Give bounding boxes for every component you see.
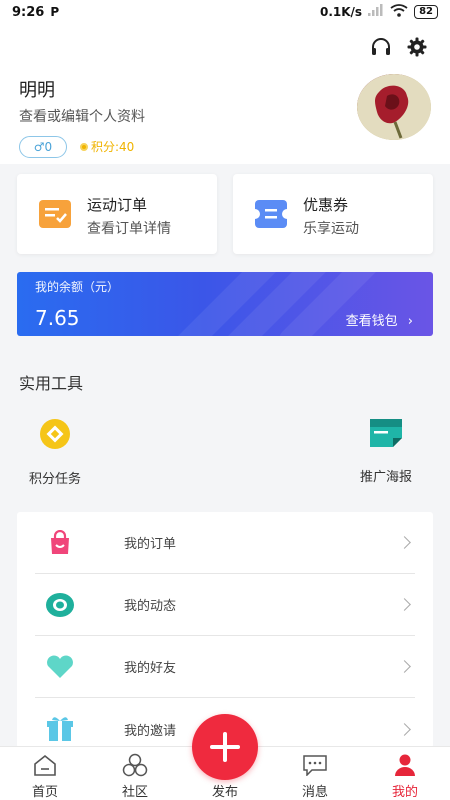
network-speed: 0.1K/s <box>319 5 363 19</box>
tab-messages[interactable]: 消息 <box>270 747 360 800</box>
points-task-tool[interactable]: 积分任务 <box>29 418 81 487</box>
chevron-right-icon: › <box>407 314 413 329</box>
menu-item-friends[interactable]: 我的好友 <box>35 636 415 698</box>
avatar[interactable] <box>357 74 431 140</box>
activity-icon <box>45 590 75 620</box>
poster-icon <box>369 418 403 452</box>
card-title: 运动订单 <box>87 196 148 214</box>
coin-icon <box>80 142 88 151</box>
points-badge: 积分:40 <box>80 138 134 155</box>
chevron-right-icon <box>398 660 411 673</box>
tab-label: 消息 <box>301 785 328 800</box>
tab-label: 发布 <box>211 785 238 800</box>
coupon-icon <box>250 200 292 228</box>
menu-item-label: 我的订单 <box>124 537 177 552</box>
tab-label: 社区 <box>121 785 148 800</box>
points-task-icon <box>39 418 71 454</box>
balance-amount: 7.65 <box>35 306 80 330</box>
balance-label: 我的余额（元） <box>35 280 120 294</box>
home-icon <box>33 753 57 777</box>
balance-banner[interactable]: 我的余额（元） 7.65 查看钱包 › <box>17 272 433 336</box>
tab-label: 首页 <box>31 785 58 800</box>
plus-icon <box>210 732 240 762</box>
promo-poster-tool[interactable]: 推广海报 <box>360 418 412 485</box>
points-label: 积分:40 <box>91 140 135 154</box>
menu-item-activity[interactable]: 我的动态 <box>35 574 415 636</box>
view-wallet-label: 查看钱包 <box>345 314 398 329</box>
signal-icon <box>368 4 384 20</box>
status-bar: 9:26 P 0.1K/s 82 <box>0 0 450 24</box>
edit-profile-link[interactable]: 查看或编辑个人资料 <box>19 106 145 126</box>
app-indicator-icon: P <box>50 5 60 19</box>
tab-home[interactable]: 首页 <box>0 747 90 800</box>
shopping-bag-icon <box>45 528 75 558</box>
message-icon <box>302 753 328 777</box>
publish-fab-button[interactable] <box>192 714 258 780</box>
card-subtitle: 乐享运动 <box>303 221 359 237</box>
chevron-right-icon <box>398 598 411 611</box>
chevron-right-icon <box>398 722 411 736</box>
profile-icon <box>393 753 417 777</box>
chevron-right-icon <box>398 536 411 549</box>
battery-indicator: 82 <box>414 5 438 19</box>
wifi-icon <box>390 3 408 21</box>
tool-label: 推广海报 <box>360 470 413 485</box>
gender-badge: ♂0 <box>19 136 67 158</box>
menu-item-orders[interactable]: 我的订单 <box>35 512 415 574</box>
tab-community[interactable]: 社区 <box>90 747 180 800</box>
menu-list: 我的订单 我的动态 我的好友 我的邀请 <box>17 512 433 748</box>
coupon-card[interactable]: 优惠券 乐享运动 <box>233 174 433 254</box>
headphones-icon[interactable] <box>370 36 392 58</box>
community-icon <box>122 753 148 777</box>
gear-icon[interactable] <box>406 36 428 58</box>
gift-icon <box>45 714 75 744</box>
status-time: 9:26 <box>12 4 45 20</box>
profile-header: 明明 查看或编辑个人资料 ♂0 积分:40 <box>0 24 450 164</box>
tab-profile[interactable]: 我的 <box>360 747 450 800</box>
menu-item-label: 我的动态 <box>124 599 177 614</box>
tool-label: 积分任务 <box>29 472 82 487</box>
tab-label: 我的 <box>391 785 418 800</box>
tools-title: 实用工具 <box>19 374 84 393</box>
card-subtitle: 查看订单详情 <box>87 221 171 237</box>
heart-icon <box>45 652 75 682</box>
menu-item-label: 我的好友 <box>124 661 177 676</box>
card-title: 优惠券 <box>303 196 349 214</box>
menu-item-label: 我的邀请 <box>124 723 177 739</box>
user-name[interactable]: 明明 <box>19 76 55 102</box>
view-wallet-link[interactable]: 查看钱包 › <box>346 310 413 329</box>
sport-orders-card[interactable]: 运动订单 查看订单详情 <box>17 174 217 254</box>
order-icon <box>39 200 71 228</box>
